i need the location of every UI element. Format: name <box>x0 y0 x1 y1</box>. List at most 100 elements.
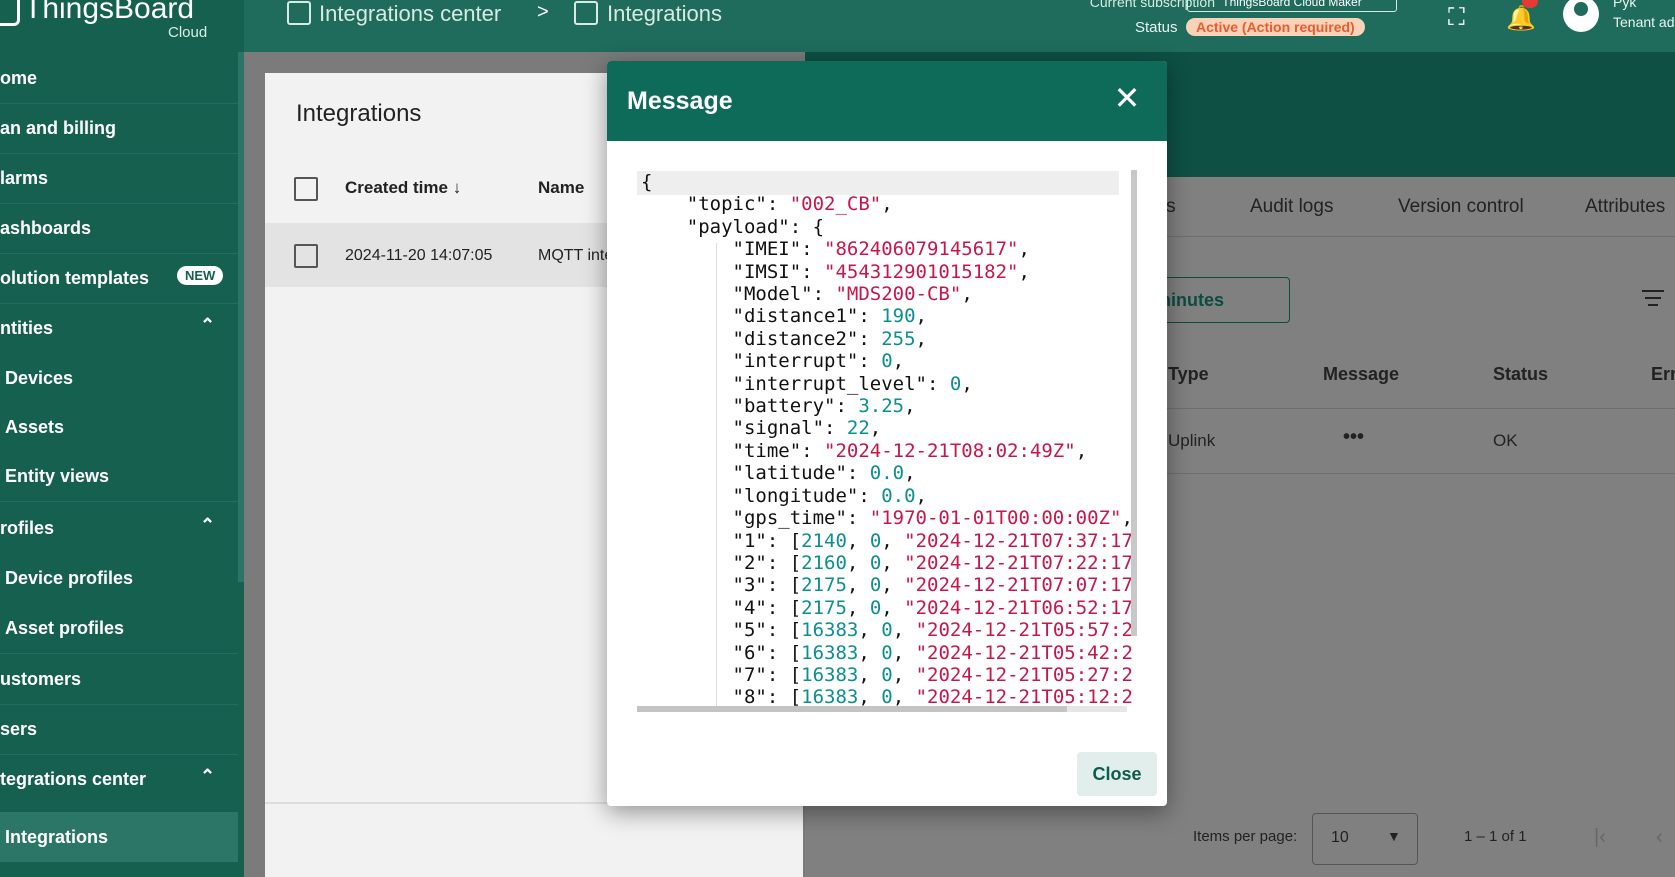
code-token: "time": <box>641 439 825 462</box>
code-token: "distance2": <box>641 327 882 350</box>
code-token: "distance1": <box>641 305 882 328</box>
sidebar-item-users[interactable]: sers <box>0 704 238 755</box>
tab-audit-logs[interactable]: Audit logs <box>1250 196 1333 218</box>
code-token: "7": [ <box>641 663 802 686</box>
column-header-name[interactable]: Name <box>538 178 584 198</box>
sidebar-item-assets[interactable]: Assets <box>0 402 238 452</box>
code-line: "longitude": 0.0, <box>641 485 1132 507</box>
sidebar-item-asset-profiles[interactable]: Asset profiles <box>0 603 238 654</box>
code-token: , <box>961 372 973 395</box>
logo-text: ThingsBoard <box>24 0 195 25</box>
sidebar-item-alarms[interactable]: larms <box>0 153 238 204</box>
logo-area[interactable]: ThingsBoard Cloud <box>0 0 244 52</box>
column-header-error[interactable]: Erro <box>1651 364 1675 385</box>
code-line: "payload": { <box>641 216 1132 238</box>
code-token: "interrupt": <box>641 350 882 373</box>
chevron-up-icon: ⌃ <box>200 315 216 335</box>
code-token: 0 <box>881 350 893 373</box>
sidebar-item-plan-and-billing[interactable]: an and billing <box>0 103 238 154</box>
code-token: "Model": <box>641 283 836 306</box>
logo-subtitle: Cloud <box>168 24 208 41</box>
code-token: "5": [ <box>641 619 802 642</box>
column-header-created-time[interactable]: Created time ↓ <box>345 178 461 198</box>
code-token: 0 <box>869 529 882 552</box>
subscription-badge[interactable]: ThingsBoard Cloud Maker <box>1187 0 1397 12</box>
row-created-time: 2024-11-20 14:07:05 <box>345 247 493 264</box>
sidebar-item-label: Devices <box>5 368 74 388</box>
sidebar-item-customers[interactable]: ustomers <box>0 654 238 705</box>
column-header-message[interactable]: Message <box>1323 364 1399 385</box>
filter-icon[interactable] <box>1642 290 1664 311</box>
sidebar-item-device-profiles[interactable]: Device profiles <box>0 553 238 603</box>
code-token: , <box>846 551 870 574</box>
sidebar-item-label: Assets <box>5 417 65 437</box>
sidebar-item-home[interactable]: ome <box>0 53 238 104</box>
json-editor[interactable]: { "topic": "002_CB", "payload": { "IMEI"… <box>637 171 1132 710</box>
status-badge[interactable]: Active (Action required) <box>1186 18 1365 36</box>
code-token: "IMSI": <box>641 260 825 283</box>
sidebar-item-label: sers <box>0 719 38 739</box>
sidebar-item-integrations-center[interactable]: tegrations center ⌃ <box>0 754 238 804</box>
code-token: , <box>915 484 927 507</box>
event-status: OK <box>1493 431 1518 450</box>
status-label: Status <box>1135 19 1178 36</box>
user-role: Tenant admin <box>1613 14 1675 30</box>
tab-version-control[interactable]: Version control <box>1398 196 1524 218</box>
code-token: 16383 <box>801 663 859 686</box>
code-token: "interrupt_level": <box>641 372 950 395</box>
editor-horizontal-scrollbar[interactable] <box>637 706 1067 712</box>
arrow-down-icon: ↓ <box>452 178 462 197</box>
new-badge: NEW <box>177 266 224 285</box>
code-token: 0 <box>881 619 893 642</box>
sidebar-item-solution-templates[interactable]: olution templates NEW <box>0 253 238 304</box>
column-header-status[interactable]: Status <box>1493 364 1548 385</box>
breadcrumb-integrations-center[interactable]: Integrations center <box>319 1 501 27</box>
code-token: , <box>1018 238 1030 261</box>
code-token: 0 <box>869 551 882 574</box>
sidebar-item-integrations[interactable]: Integrations <box>0 812 238 862</box>
code-token: 255 <box>881 327 916 350</box>
code-token: , <box>915 305 927 328</box>
sidebar-item-label: ustomers <box>0 669 82 689</box>
code-token: "2024-12-21T05:42:28 <box>915 641 1132 664</box>
sidebar-item-entities[interactable]: ntities ⌃ <box>0 303 238 353</box>
fullscreen-icon[interactable]: ⛶ <box>1448 4 1465 32</box>
close-icon[interactable]: ✕ <box>1112 82 1142 114</box>
code-token: "MDS200-CB" <box>835 283 962 306</box>
column-header-type[interactable]: Type <box>1168 364 1209 385</box>
notifications-bell-icon[interactable]: 🔔 <box>1506 4 1536 33</box>
dropdown-arrow-icon: ▼ <box>1387 828 1401 844</box>
code-line: "6": [16383, 0, "2024-12-21T05:42:28 <box>641 641 1133 664</box>
previous-page-icon[interactable]: ‹ <box>1656 826 1663 849</box>
code-token: , <box>915 327 927 350</box>
code-line: "battery": 3.25, <box>641 395 1132 417</box>
row-checkbox[interactable] <box>294 244 318 268</box>
tab-attributes[interactable]: Attributes <box>1585 196 1665 218</box>
user-avatar-icon[interactable] <box>1563 0 1599 32</box>
sidebar-item-label: Integrations <box>5 827 109 847</box>
sidebar-item-dashboards[interactable]: ashboards <box>0 203 238 254</box>
items-per-page-select[interactable]: 10 ▼ <box>1312 813 1418 865</box>
code-token: , <box>869 417 882 440</box>
code-token: , <box>881 574 905 597</box>
more-horiz-icon[interactable]: ••• <box>1343 426 1364 449</box>
sidebar-item-devices[interactable]: Devices <box>0 353 238 403</box>
code-token: "3": [ <box>641 574 802 597</box>
first-page-icon[interactable]: |‹ <box>1594 826 1606 849</box>
code-token: 0.0 <box>881 484 916 507</box>
code-token: "1": [ <box>641 529 802 552</box>
sidebar-item-profiles[interactable]: rofiles ⌃ <box>0 503 238 553</box>
code-token: { <box>641 171 653 193</box>
code-token: "2024-12-21T07:37:17 <box>904 529 1132 552</box>
code-token: 22 <box>846 417 870 440</box>
dialog-header: Message ✕ <box>607 61 1167 141</box>
sidebar-item-label: ome <box>0 68 38 88</box>
breadcrumb-integrations[interactable]: Integrations <box>607 1 722 27</box>
editor-vertical-scrollbar[interactable] <box>1131 170 1137 636</box>
sidebar-item-entity-views[interactable]: Entity views <box>0 451 238 502</box>
sidebar-item-label: ashboards <box>0 218 92 238</box>
select-all-checkbox[interactable] <box>294 177 318 201</box>
close-button[interactable]: Close <box>1077 752 1157 796</box>
code-token: , <box>904 395 916 418</box>
code-token: 190 <box>881 305 916 328</box>
